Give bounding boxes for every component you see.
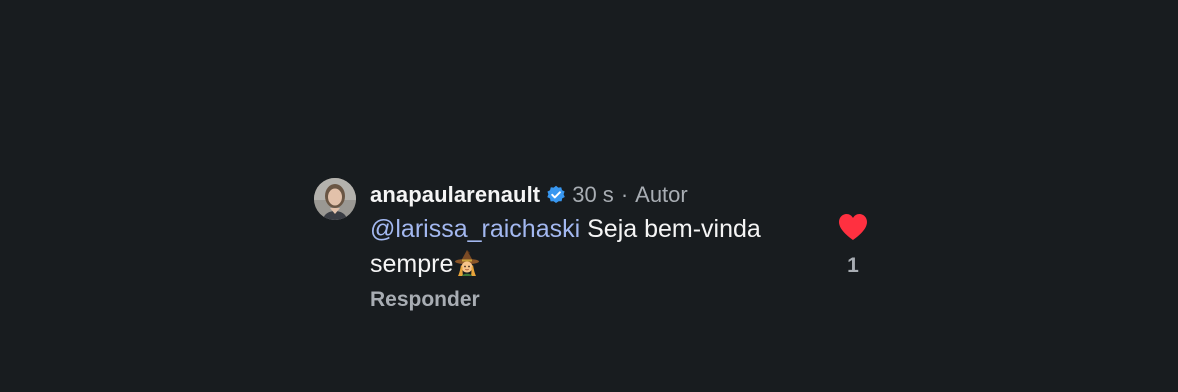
username[interactable]: anapaularenault	[370, 182, 540, 208]
verified-badge-icon	[546, 185, 566, 205]
author-tag: Autor	[635, 182, 688, 207]
reply-button[interactable]: Responder	[370, 288, 480, 312]
separator-dot: ·	[620, 182, 629, 207]
like-button[interactable]	[837, 212, 869, 242]
avatar-photo	[314, 178, 356, 220]
comment-text-line2: sempre	[370, 250, 454, 278]
avatar[interactable]	[314, 178, 356, 220]
comment: anapaularenault 30 s · Autor @larissa_ra…	[314, 178, 874, 318]
comment-text: @larissa_raichaski Seja bem-vinda sempre	[370, 212, 820, 282]
heart-filled-icon	[839, 214, 867, 240]
timestamp: 30 s	[572, 182, 614, 207]
mention-link[interactable]: @larissa_raichaski	[370, 215, 580, 243]
witch-emoji-icon	[454, 249, 480, 277]
like-count: 1	[847, 254, 859, 277]
comment-text-line1: Seja bem-vinda	[580, 215, 761, 243]
comment-header: anapaularenault 30 s · Autor	[370, 180, 688, 210]
